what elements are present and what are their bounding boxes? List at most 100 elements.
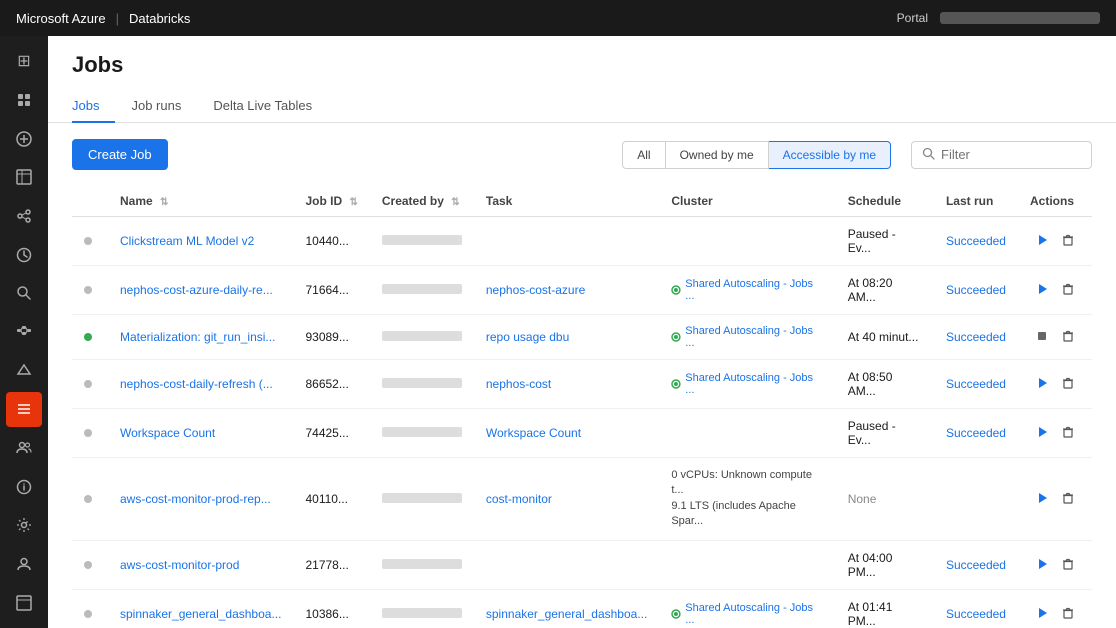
task-link[interactable]: Workspace Count (486, 426, 581, 440)
topbar: Microsoft Azure | Databricks Portal (0, 0, 1116, 36)
task-link[interactable]: nephos-cost (486, 377, 551, 391)
play-button[interactable] (1030, 374, 1054, 394)
jobs-table: Name ⇅ Job ID ⇅ Created by ⇅ Task Cluste… (72, 186, 1092, 628)
job-name-cell: spinnaker_general_dashboa... (108, 589, 293, 628)
delete-button[interactable] (1056, 231, 1080, 251)
last-run-status[interactable]: Succeeded (946, 426, 1006, 440)
delete-button[interactable] (1056, 489, 1080, 509)
sidebar-icon-layers[interactable]: ⊞ (6, 44, 42, 79)
stop-button[interactable] (1030, 327, 1054, 347)
status-cell (72, 360, 108, 409)
sidebar-icon-panel[interactable] (6, 585, 42, 620)
search-input[interactable] (941, 147, 1081, 162)
task-link[interactable]: repo usage dbu (486, 330, 569, 344)
status-cell (72, 315, 108, 360)
schedule-cell: Paused - Ev... (836, 409, 934, 458)
job-name-cell: aws-cost-monitor-prod (108, 540, 293, 589)
job-name-link[interactable]: aws-cost-monitor-prod (120, 558, 239, 572)
delete-button[interactable] (1056, 555, 1080, 575)
sidebar-icon-list[interactable] (6, 392, 42, 427)
search-box (911, 141, 1092, 169)
filter-accessible-button[interactable]: Accessible by me (769, 141, 891, 169)
job-id-cell: 86652... (293, 360, 369, 409)
job-name-link[interactable]: Clickstream ML Model v2 (120, 234, 254, 248)
sidebar-icon-user[interactable] (6, 547, 42, 582)
table-row: spinnaker_general_dashboa...10386...spin… (72, 589, 1092, 628)
tab-delta-live[interactable]: Delta Live Tables (197, 90, 328, 123)
delete-button[interactable] (1056, 327, 1080, 347)
play-button[interactable] (1030, 555, 1054, 575)
job-name-link[interactable]: Workspace Count (120, 426, 215, 440)
table-row: Clickstream ML Model v210440...Paused - … (72, 217, 1092, 266)
task-cell: spinnaker_general_dashboa... (474, 589, 659, 628)
last-run-cell: Succeeded (934, 540, 1018, 589)
delete-button[interactable] (1056, 374, 1080, 394)
sidebar-icon-info[interactable] (6, 469, 42, 504)
filter-all-button[interactable]: All (622, 141, 665, 169)
tab-jobs[interactable]: Jobs (72, 90, 115, 123)
sidebar-icon-dashboard[interactable] (6, 83, 42, 118)
filter-owned-button[interactable]: Owned by me (666, 141, 769, 169)
sidebar-icon-ml[interactable] (6, 353, 42, 388)
actions-cell (1018, 266, 1092, 315)
status-dot (84, 333, 92, 341)
col-created-by[interactable]: Created by ⇅ (370, 186, 474, 217)
job-name-cell: Clickstream ML Model v2 (108, 217, 293, 266)
tabs: Jobs Job runs Delta Live Tables (72, 90, 1092, 122)
delete-button[interactable] (1056, 280, 1080, 300)
last-run-status[interactable]: Succeeded (946, 283, 1006, 297)
task-link[interactable]: nephos-cost-azure (486, 283, 585, 297)
play-button[interactable] (1030, 423, 1054, 443)
job-name-link[interactable]: spinnaker_general_dashboa... (120, 607, 281, 621)
play-button[interactable] (1030, 604, 1054, 624)
last-run-status[interactable]: Succeeded (946, 558, 1006, 572)
sidebar-icon-clock[interactable] (6, 237, 42, 272)
sidebar-icon-people[interactable] (6, 431, 42, 466)
play-button[interactable] (1030, 231, 1054, 251)
job-id-cell: 21778... (293, 540, 369, 589)
sidebar-icon-graph[interactable] (6, 199, 42, 234)
created-by-cell (370, 360, 474, 409)
delete-button[interactable] (1056, 604, 1080, 624)
created-by-cell (370, 540, 474, 589)
job-id-cell: 74425... (293, 409, 369, 458)
col-name[interactable]: Name ⇅ (108, 186, 293, 217)
last-run-cell: Succeeded (934, 589, 1018, 628)
actions-cell (1018, 458, 1092, 541)
job-name-link[interactable]: Materialization: git_run_insi... (120, 330, 275, 344)
last-run-status[interactable]: Succeeded (946, 607, 1006, 621)
status-cell (72, 266, 108, 315)
table-row: Materialization: git_run_insi...93089...… (72, 315, 1092, 360)
task-link[interactable]: spinnaker_general_dashboa... (486, 607, 647, 621)
sidebar-icon-table[interactable] (6, 160, 42, 195)
play-button[interactable] (1030, 489, 1054, 509)
created-by-cell (370, 409, 474, 458)
sidebar-icon-workflow[interactable] (6, 315, 42, 350)
sidebar-icon-search[interactable] (6, 276, 42, 311)
task-cell: cost-monitor (474, 458, 659, 541)
last-run-status[interactable]: Succeeded (946, 234, 1006, 248)
page-title: Jobs (72, 52, 1092, 78)
cluster-cell (659, 409, 835, 458)
col-task: Task (474, 186, 659, 217)
table-row: Workspace Count 74425... Workspace Count Pa… (72, 409, 1092, 458)
task-link[interactable]: cost-monitor (486, 492, 552, 506)
job-name-link[interactable]: nephos-cost-azure-daily-re... (120, 283, 273, 297)
last-run-status[interactable]: Succeeded (946, 377, 1006, 391)
sidebar-icon-settings[interactable] (6, 508, 42, 543)
create-job-button[interactable]: Create Job (72, 139, 168, 170)
actions-cell (1018, 589, 1092, 628)
status-cell (72, 217, 108, 266)
col-cluster: Cluster (659, 186, 835, 217)
col-job-id[interactable]: Job ID ⇅ (293, 186, 369, 217)
tab-job-runs[interactable]: Job runs (115, 90, 197, 123)
delete-button[interactable] (1056, 423, 1080, 443)
job-name-link[interactable]: aws-cost-monitor-prod-rep... (120, 492, 271, 506)
col-last-run: Last run (934, 186, 1018, 217)
cluster-cell (659, 217, 835, 266)
job-name-link[interactable]: nephos-cost-daily-refresh (... (120, 377, 273, 391)
play-button[interactable] (1030, 280, 1054, 300)
last-run-status[interactable]: Succeeded (946, 330, 1006, 344)
jobs-table-container: Name ⇅ Job ID ⇅ Created by ⇅ Task Cluste… (48, 186, 1116, 628)
sidebar-icon-create[interactable] (6, 121, 42, 156)
